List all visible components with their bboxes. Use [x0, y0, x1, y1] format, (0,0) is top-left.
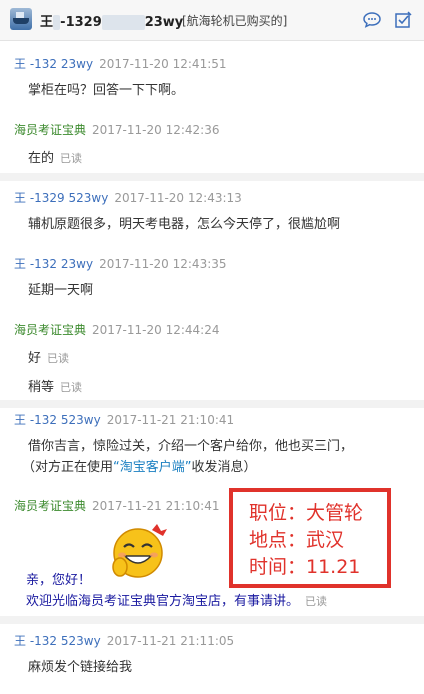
message-time: 2017-11-20 12:42:36	[92, 123, 220, 137]
client-note: （对方正在使用“淘宝客户端”收发消息）	[22, 456, 257, 475]
sender-name[interactable]: 海员考证宝典	[14, 323, 86, 337]
annotation-location: 地点：武汉	[249, 529, 345, 551]
message-time: 2017-11-20 12:41:51	[99, 57, 227, 71]
message-text: 掌柜在吗？回答一下下啊。	[28, 83, 185, 98]
sender-name[interactable]: 王 -132 523wy	[14, 413, 101, 427]
message-text: 稍等	[28, 380, 55, 395]
checklist-icon[interactable]	[393, 10, 413, 30]
message-divider	[0, 616, 424, 624]
message-time: 2017-11-21 21:11:05	[106, 634, 235, 648]
sender-name[interactable]: 海员考证宝典	[14, 123, 86, 137]
message-text: 亲，您好！	[26, 573, 92, 588]
message-text: 借你吉言，惊险过关，介绍一个客户给你，他也买三门，	[28, 439, 354, 454]
redaction-mask: ▮▮▮▮▮▮	[101, 15, 145, 30]
sender-name[interactable]: 王 -132 523wy	[14, 634, 101, 648]
client-note-suffix: 收发消息）	[191, 460, 257, 475]
message-text: 欢迎光临海员考证宝典官方淘宝店，有事请讲。	[26, 594, 300, 609]
sender-name[interactable]: 王 -132 23wy	[14, 257, 93, 271]
message-time: 2017-11-21 21:10:41	[106, 413, 235, 427]
annotation-box: 职位：大管轮 地点：武汉 时间：11.21	[229, 488, 391, 588]
sender-name[interactable]: 王 -1329 523wy	[14, 191, 108, 205]
chat-history: 王 -132 23wy 2017-11-20 12:41:51 掌柜在吗？回答一下…	[0, 41, 424, 694]
message-time: 2017-11-20 12:43:35	[99, 257, 227, 271]
message-time: 2017-11-21 21:10:41	[92, 499, 220, 513]
contact-name-mid: -1329	[60, 15, 102, 30]
message-time: 2017-11-20 12:43:13	[114, 191, 242, 205]
read-status: 已读	[60, 381, 83, 394]
message-time: 2017-11-20 12:44:24	[92, 323, 220, 337]
annotation-position: 职位：大管轮	[249, 502, 364, 524]
read-status: 已读	[305, 595, 328, 608]
message-divider	[0, 173, 424, 181]
contact-name-prefix: 王	[40, 15, 54, 30]
chat-header: 王▮-1329▮▮▮▮▮▮23wy [航海轮机已购买的]	[0, 0, 424, 41]
message-text: 好	[28, 351, 42, 366]
avatar[interactable]	[10, 8, 32, 30]
annotation-date: 时间：11.21	[249, 556, 361, 578]
message-text: 辅机原题很多，明天考电器，怎么今天停了，很尴尬啊	[28, 217, 341, 232]
read-status: 已读	[47, 352, 70, 365]
laughing-emoji-icon	[108, 521, 170, 583]
message-text: 麻烦发个链接给我	[28, 660, 133, 675]
contact-note: [航海轮机已购买的]	[182, 14, 288, 28]
message-divider	[0, 400, 424, 408]
message-text: 在的	[28, 151, 55, 166]
contact-name: 王▮-1329▮▮▮▮▮▮23wy	[40, 11, 183, 30]
read-status: 已读	[60, 152, 83, 165]
taobao-client-link[interactable]: “淘宝客户端”	[113, 460, 191, 475]
client-note-prefix: （对方正在使用	[22, 460, 114, 475]
contact-name-suffix: 23wy	[144, 15, 184, 30]
sender-name[interactable]: 王 -132 23wy	[14, 57, 93, 71]
chat-bubble-icon[interactable]	[362, 10, 382, 30]
sender-name[interactable]: 海员考证宝典	[14, 499, 86, 513]
message-text: 延期一天啊	[28, 283, 94, 298]
